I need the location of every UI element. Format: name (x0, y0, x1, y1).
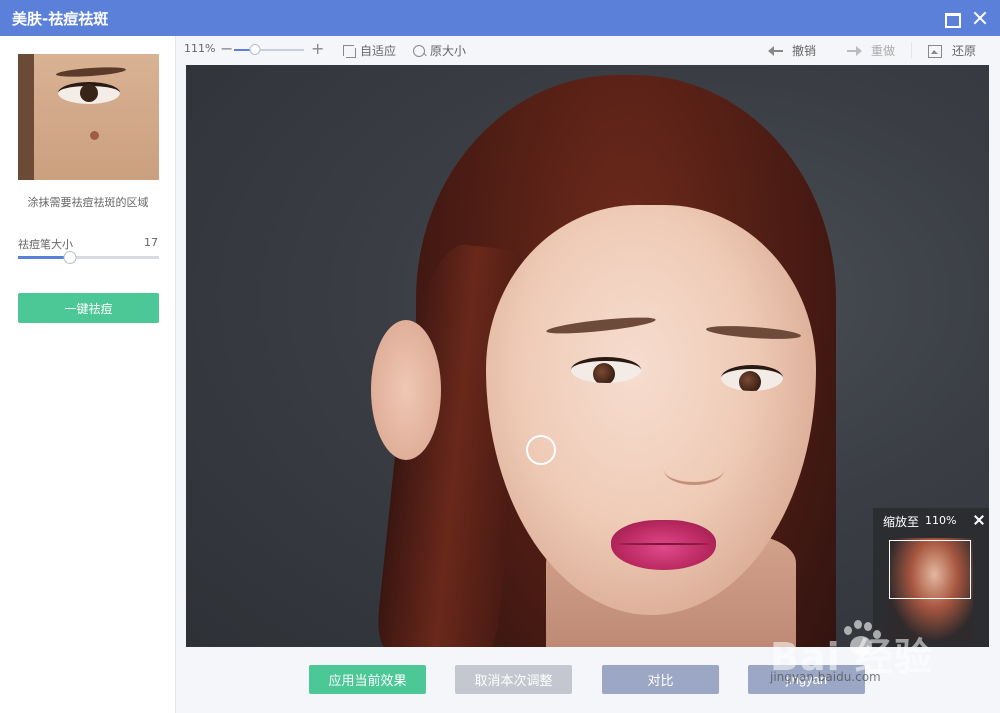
photo-lip-line (618, 543, 710, 545)
photo-left-eye (571, 357, 641, 383)
photo-right-eye (721, 365, 783, 391)
instruction-text: 涂抹需要祛痘祛斑的区域 (27, 196, 149, 209)
maximize-icon[interactable] (944, 10, 961, 28)
toolbar-divider (911, 42, 912, 58)
left-panel: 涂抹需要祛痘祛斑的区域 祛痘笔大小 17 一键祛痘 (0, 36, 176, 713)
sample-image (18, 54, 159, 180)
fit-label: 自适应 (360, 44, 397, 58)
photo-lips (611, 520, 716, 570)
magnifier-icon (412, 44, 426, 58)
fit-screen-icon (342, 44, 356, 58)
zoom-in-icon[interactable]: + (311, 39, 324, 58)
redo-label: 重做 (871, 44, 896, 58)
original-size-button[interactable]: 原大小 (412, 42, 466, 59)
navigator-header: 缩放至 110% (873, 508, 989, 532)
navigator-close-icon[interactable] (973, 514, 985, 526)
fit-button[interactable]: 自适应 (342, 42, 396, 59)
zoom-slider[interactable] (234, 44, 304, 55)
navigator-zoom-value: 110% (925, 514, 957, 527)
zoom-percent: 111% (184, 42, 216, 55)
compare-button[interactable]: 对比 (602, 665, 719, 694)
window-controls (944, 10, 988, 28)
undo-button[interactable]: 撤销 (768, 42, 816, 59)
brush-size-slider[interactable] (18, 251, 159, 264)
baidu-watermark: Bai 经验 jingyan.baidu.com (770, 620, 990, 690)
photo-nose (664, 455, 724, 485)
apply-effect-button[interactable]: 应用当前效果 (309, 665, 426, 694)
photo-ear (371, 320, 441, 460)
restore-button[interactable]: 还原 (928, 42, 976, 59)
toolbar: 111% − + 自适应 原大小 撤销 重做 还原 (176, 36, 1000, 64)
title-bar: 美肤-祛痘祛斑 (0, 0, 1000, 36)
paw-icon (842, 620, 882, 660)
navigator-label: 缩放至 (883, 515, 920, 529)
brush-size-slider-handle[interactable] (63, 251, 77, 264)
window-title: 美肤-祛痘祛斑 (12, 9, 109, 28)
image-icon (928, 44, 942, 58)
navigator-viewport-frame[interactable] (889, 540, 971, 599)
redo-button[interactable]: 重做 (847, 42, 895, 59)
original-size-label: 原大小 (430, 44, 467, 58)
one-click-acne-button[interactable]: 一键祛痘 (18, 293, 159, 323)
undo-label: 撤销 (792, 44, 817, 58)
photo-canvas[interactable] (186, 65, 989, 647)
brush-size-value: 17 (144, 236, 158, 249)
zoom-slider-handle[interactable] (249, 44, 261, 55)
zoom-out-icon[interactable]: − (220, 39, 233, 58)
undo-arrow-icon (768, 44, 783, 58)
brush-cursor-circle (526, 435, 556, 465)
cancel-adjustment-button[interactable]: 取消本次调整 (455, 665, 572, 694)
brush-size-label: 祛痘笔大小 (18, 238, 73, 251)
redo-arrow-icon (847, 44, 862, 58)
close-icon[interactable] (972, 10, 988, 26)
watermark-url: jingyan.baidu.com (770, 670, 881, 684)
restore-label: 还原 (952, 44, 977, 58)
